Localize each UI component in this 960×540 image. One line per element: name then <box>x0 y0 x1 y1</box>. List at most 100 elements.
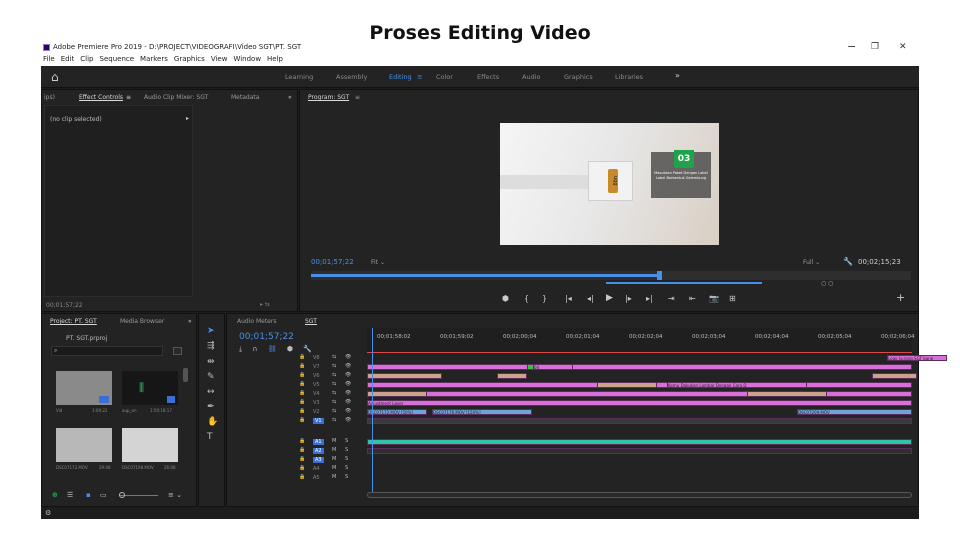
track-lock-icon[interactable]: 🔒 <box>299 474 305 480</box>
zoom-slider[interactable] <box>120 495 158 496</box>
workspace-learning[interactable]: Learning <box>285 73 313 81</box>
track-label[interactable]: A5 <box>313 475 320 481</box>
program-zoom-bar[interactable] <box>606 282 762 284</box>
workspace-effects[interactable]: Effects <box>477 73 499 81</box>
track-lock-icon[interactable]: 🔒 <box>299 447 305 453</box>
list-view-icon[interactable]: ☰ <box>67 491 73 499</box>
settings-wrench-icon[interactable]: 🔧 <box>303 345 312 353</box>
program-scrub-bar[interactable] <box>311 271 911 280</box>
wrench-icon[interactable]: 🔧 <box>843 257 853 266</box>
timeline-clip[interactable] <box>872 373 917 379</box>
track-lock-icon[interactable]: 🔒 <box>299 438 305 444</box>
timeline-clip[interactable]: DSC07176.MOV [150%] <box>432 409 532 415</box>
extract-button[interactable]: ⇤ <box>689 294 696 303</box>
eye-icon[interactable]: 👁 <box>345 390 351 396</box>
timeline-playhead[interactable] <box>372 328 373 496</box>
tab-sequence-sgt[interactable]: SGT <box>305 318 317 325</box>
sync-lock-icon[interactable]: ⇆ <box>332 399 336 405</box>
project-more-icon[interactable]: » <box>188 318 192 325</box>
eye-icon[interactable]: 👁 <box>345 381 351 387</box>
timeline-clip[interactable]: DSC07209.MOV <box>797 409 912 415</box>
track-lock-icon[interactable]: 🔒 <box>299 417 305 423</box>
timeline-clip[interactable]: Adjustment Layer <box>367 400 912 406</box>
track-lock-icon[interactable]: 🔒 <box>299 399 305 405</box>
panel-menu-icon[interactable]: ≡ <box>126 94 131 101</box>
sync-lock-icon[interactable]: ⇆ <box>332 372 336 378</box>
tab-audio-clip-mixer[interactable]: Audio Clip Mixer: SGT <box>144 94 208 101</box>
menu-edit[interactable]: Edit <box>61 55 75 63</box>
razor-tool-icon[interactable]: ✎ <box>207 372 215 382</box>
mute-icon[interactable]: M <box>332 456 336 462</box>
fit-dropdown[interactable]: Fit ⌄ <box>371 259 385 266</box>
thumb-dsc07198[interactable] <box>122 428 178 462</box>
panel-more-icon[interactable]: » <box>288 94 292 101</box>
quality-dropdown[interactable]: Full ⌄ <box>803 259 820 266</box>
eye-icon[interactable]: 👁 <box>345 354 351 360</box>
solo-icon[interactable]: S <box>345 438 348 444</box>
insert-icon[interactable]: ⤓ <box>239 345 242 353</box>
tab-source[interactable]: ips) <box>44 94 55 101</box>
maximize-button[interactable]: ❐ <box>871 42 879 52</box>
close-button[interactable]: ✕ <box>899 42 907 52</box>
solo-icon[interactable]: S <box>345 465 348 471</box>
workspace-editing[interactable]: Editing <box>389 73 412 81</box>
step-back-button[interactable]: ◂| <box>587 294 594 303</box>
track-label[interactable]: V6 <box>313 373 320 379</box>
menu-graphics[interactable]: Graphics <box>174 55 205 63</box>
marker-icon[interactable]: ⬢ <box>287 345 293 353</box>
timeline-clip[interactable] <box>367 439 912 445</box>
timeline-clip[interactable]: Logo kurang SGT bane <box>887 355 947 361</box>
mark-in-button[interactable]: { <box>524 294 529 303</box>
timeline-clip[interactable] <box>367 418 912 424</box>
lift-button[interactable]: ⇥ <box>668 294 675 303</box>
track-label[interactable]: V8 <box>313 355 320 361</box>
sync-lock-icon[interactable]: ⇆ <box>332 417 336 423</box>
eye-icon[interactable]: 👁 <box>345 399 351 405</box>
workspace-more-icon[interactable]: » <box>675 71 680 80</box>
sync-lock-icon[interactable]: ⇆ <box>332 354 336 360</box>
timeline-scrollbar[interactable] <box>367 492 912 498</box>
sync-lock-icon[interactable]: ⇆ <box>332 381 336 387</box>
sync-lock-icon[interactable]: ⇆ <box>332 390 336 396</box>
track-lock-icon[interactable]: 🔒 <box>299 465 305 471</box>
track-lock-icon[interactable]: 🔒 <box>299 372 305 378</box>
workspace-graphics[interactable]: Graphics <box>564 73 593 81</box>
track-lock-icon[interactable]: 🔒 <box>299 456 305 462</box>
workspace-menu-icon[interactable]: ≡ <box>417 73 422 81</box>
expand-icon[interactable]: ▸ <box>186 115 189 122</box>
track-lock-icon[interactable]: 🔒 <box>299 390 305 396</box>
track-select-icon[interactable]: ⇶ <box>207 341 215 351</box>
eye-icon[interactable]: 👁 <box>345 372 351 378</box>
track-lock-icon[interactable]: 🔒 <box>299 408 305 414</box>
track-label[interactable]: A1 <box>313 439 324 445</box>
sort-icon[interactable]: ≡ ⌄ <box>168 491 182 499</box>
program-menu-icon[interactable]: ≡ <box>355 94 360 101</box>
comparison-view-button[interactable]: ⊞ <box>729 294 736 303</box>
track-label[interactable]: A2 <box>313 448 324 454</box>
track-lock-icon[interactable]: 🔒 <box>299 354 305 360</box>
tab-project[interactable]: Project: PT. SGT <box>50 318 97 325</box>
track-label[interactable]: V7 <box>313 364 320 370</box>
zoom-handles[interactable]: ○ ○ <box>821 280 833 287</box>
snap-icon[interactable]: ∩ <box>252 345 257 353</box>
hand-tool-icon[interactable]: ✋ <box>207 417 218 427</box>
timeline-clip[interactable] <box>367 391 912 397</box>
track-label[interactable]: A4 <box>313 466 320 472</box>
timeline-clip[interactable] <box>597 382 657 388</box>
solo-icon[interactable]: S <box>345 456 348 462</box>
play-button[interactable]: ▶ <box>606 293 613 303</box>
home-icon[interactable]: ⌂ <box>51 70 59 84</box>
tab-metadata[interactable]: Metadata <box>231 94 259 101</box>
add-button[interactable]: + <box>896 291 905 304</box>
workspace-audio[interactable]: Audio <box>522 73 540 81</box>
timeline-clip[interactable] <box>367 364 912 370</box>
track-lock-icon[interactable]: 🔒 <box>299 381 305 387</box>
solo-icon[interactable]: S <box>345 474 348 480</box>
timeline-clip[interactable] <box>367 448 912 454</box>
selection-tool-icon[interactable]: ➤ <box>207 326 215 336</box>
timeline-clip[interactable]: 04 <box>533 364 573 370</box>
tab-effect-controls[interactable]: Effect Controls <box>79 94 123 101</box>
menu-view[interactable]: View <box>211 55 228 63</box>
workspace-libraries[interactable]: Libraries <box>615 73 643 81</box>
thumb-dsc07172[interactable] <box>56 428 112 462</box>
